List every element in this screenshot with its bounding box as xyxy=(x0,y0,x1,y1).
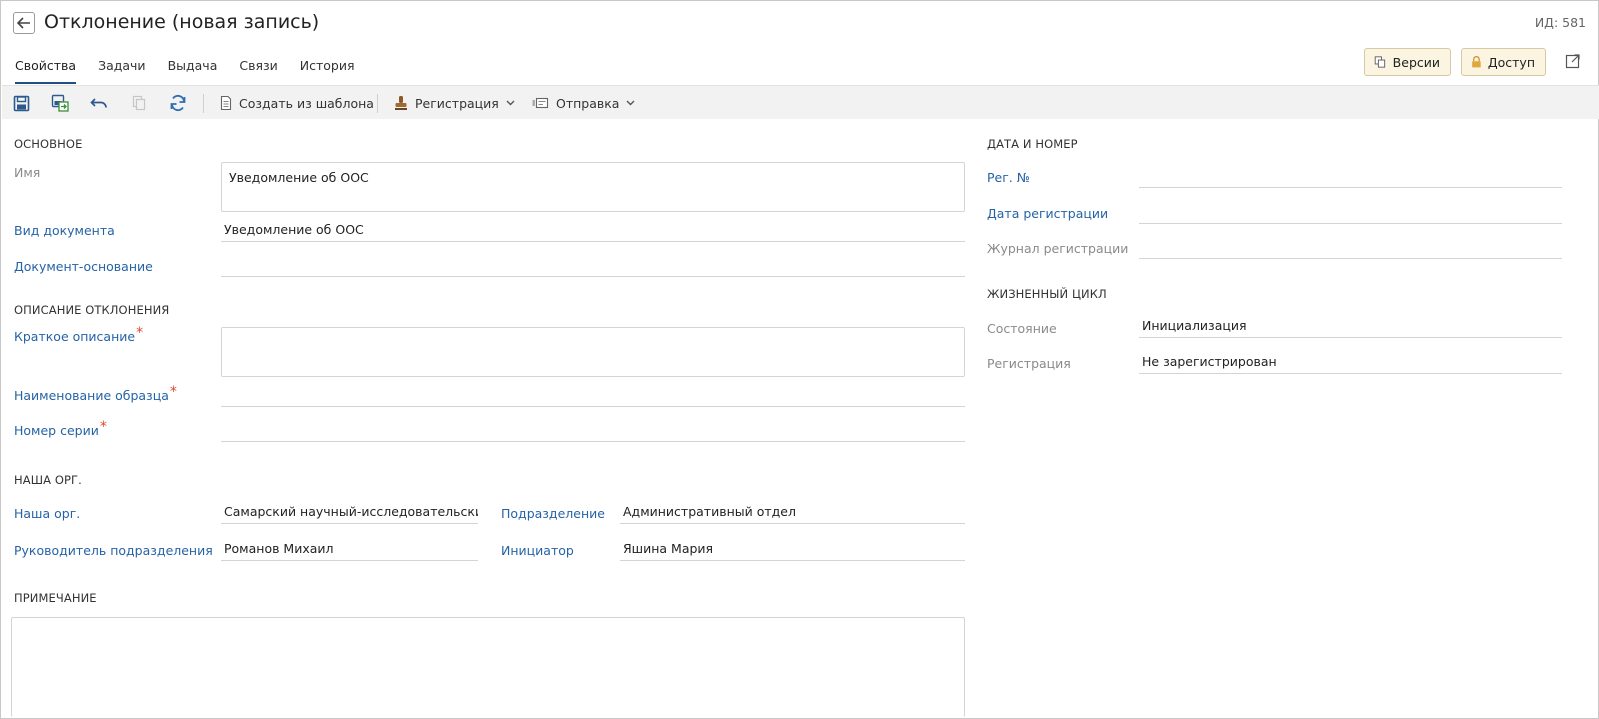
chevron-down-icon xyxy=(506,100,515,106)
required-mark: * xyxy=(169,384,177,400)
save-as-button[interactable] xyxy=(50,93,70,113)
name-label: Имя xyxy=(14,165,41,180)
document-card: Отклонение (новая запись) ИД: 581 Свойст… xyxy=(0,0,1599,719)
section-description-title: ОПИСАНИЕ ОТКЛОНЕНИЯ xyxy=(14,303,170,317)
page-title: Отклонение (новая запись) xyxy=(44,11,320,33)
series-label-text: Номер серии xyxy=(14,423,99,438)
undo-button[interactable] xyxy=(89,93,109,113)
send-icon xyxy=(532,97,549,109)
initiator-field[interactable]: Яшина Мария xyxy=(620,538,965,561)
required-mark: * xyxy=(136,325,144,341)
initiator-label[interactable]: Инициатор xyxy=(501,543,574,558)
tab-properties[interactable]: Свойства xyxy=(15,56,77,85)
journal-label: Журнал регистрации xyxy=(987,241,1129,256)
journal-field[interactable] xyxy=(1139,236,1562,259)
tabs-bar: Свойства Задачи Выдача Связи История xyxy=(15,56,376,85)
section-lifecycle-title: ЖИЗНЕННЫЙ ЦИКЛ xyxy=(987,287,1107,301)
chevron-down-icon xyxy=(626,100,635,106)
our-org-label[interactable]: Наша орг. xyxy=(14,506,80,521)
section-main-title: ОСНОВНОЕ xyxy=(14,137,83,151)
versions-icon xyxy=(1374,56,1386,68)
record-id: ИД: 581 xyxy=(1534,15,1586,30)
refresh-button[interactable] xyxy=(168,93,188,113)
copy-icon xyxy=(132,95,146,111)
required-mark: * xyxy=(99,419,107,435)
department-label[interactable]: Подразделение xyxy=(501,506,605,521)
reg-no-label[interactable]: Рег. № xyxy=(987,170,1030,185)
registration-menu-button[interactable]: Регистрация xyxy=(394,93,515,113)
back-arrow-icon xyxy=(17,17,30,29)
tab-history[interactable]: История xyxy=(300,56,355,85)
registration-menu-label: Регистрация xyxy=(415,95,499,111)
refresh-icon xyxy=(170,94,186,112)
access-button[interactable]: Доступ xyxy=(1461,48,1546,76)
copy-button[interactable] xyxy=(129,93,149,113)
sample-name-label[interactable]: Наименование образца* xyxy=(14,384,177,404)
series-field[interactable] xyxy=(221,419,965,442)
save-icon xyxy=(13,95,29,111)
create-from-template-label: Создать из шаблона xyxy=(239,95,374,111)
document-icon xyxy=(220,95,232,111)
access-label: Доступ xyxy=(1487,54,1535,70)
short-desc-field[interactable] xyxy=(221,327,965,377)
series-label[interactable]: Номер серии* xyxy=(14,419,107,439)
reg-no-field[interactable] xyxy=(1139,165,1562,188)
toolbar: Создать из шаблона Регистрация Отправка xyxy=(2,85,1599,119)
save-as-icon xyxy=(51,94,69,112)
name-field[interactable]: Уведомление об ООС xyxy=(221,162,965,212)
undo-icon xyxy=(90,98,107,108)
dept-head-label[interactable]: Руководитель подразделения xyxy=(14,543,213,558)
dept-head-field[interactable]: Романов Михаил xyxy=(221,538,478,561)
reg-date-field[interactable] xyxy=(1139,201,1562,224)
state-label: Состояние xyxy=(987,321,1057,336)
card-header: Отклонение (новая запись) ИД: 581 Свойст… xyxy=(1,1,1598,85)
department-field[interactable]: Административный отдел xyxy=(620,501,965,524)
note-field[interactable] xyxy=(11,617,965,717)
registration-state-label: Регистрация xyxy=(987,356,1071,371)
lock-icon xyxy=(1472,56,1481,68)
sample-name-field[interactable] xyxy=(221,384,965,407)
send-menu-label: Отправка xyxy=(556,95,620,111)
save-button[interactable] xyxy=(11,93,31,113)
sample-name-label-text: Наименование образца xyxy=(14,388,169,403)
base-doc-field[interactable] xyxy=(221,254,965,277)
stamp-icon xyxy=(395,96,407,110)
tab-links[interactable]: Связи xyxy=(239,56,277,85)
back-button[interactable] xyxy=(13,12,35,34)
versions-button[interactable]: Версии xyxy=(1364,48,1451,76)
doc-kind-field[interactable]: Уведомление об ООС xyxy=(221,219,965,242)
section-date-title: ДАТА И НОМЕР xyxy=(987,137,1078,151)
short-desc-label[interactable]: Краткое описание* xyxy=(14,325,143,345)
state-field: Инициализация xyxy=(1139,315,1562,338)
create-from-template-button[interactable]: Создать из шаблона xyxy=(220,93,374,113)
section-org-title: НАША ОРГ. xyxy=(14,473,82,487)
toolbar-separator xyxy=(203,94,204,113)
section-note-title: ПРИМЕЧАНИЕ xyxy=(14,591,97,605)
registration-state-field: Не зарегистрирован xyxy=(1139,351,1562,374)
our-org-field[interactable]: Самарский научный-исследовательский xyxy=(221,501,478,524)
reg-date-label[interactable]: Дата регистрации xyxy=(987,206,1108,221)
short-desc-label-text: Краткое описание xyxy=(14,329,136,344)
popout-icon[interactable] xyxy=(1564,52,1582,70)
toolbar-separator xyxy=(377,94,378,113)
tab-tasks[interactable]: Задачи xyxy=(98,56,146,85)
versions-label: Версии xyxy=(1392,54,1440,70)
send-menu-button[interactable]: Отправка xyxy=(532,93,635,113)
base-doc-label[interactable]: Документ-основание xyxy=(14,259,153,274)
doc-kind-label[interactable]: Вид документа xyxy=(14,223,115,238)
tab-issuance[interactable]: Выдача xyxy=(168,56,218,85)
